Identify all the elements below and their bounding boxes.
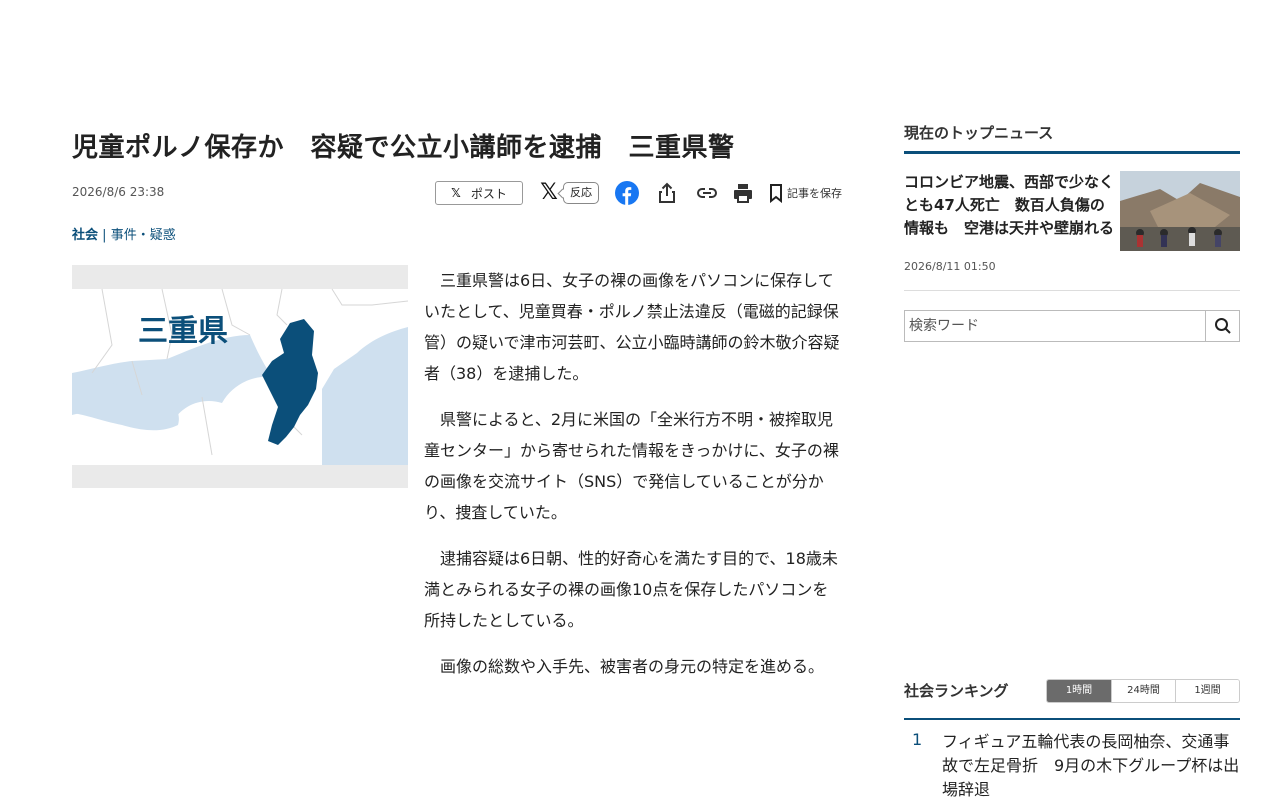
save-article-button[interactable]: 記事を保存: [767, 183, 842, 203]
top-news-heading: 現在のトップニュース: [904, 120, 1240, 154]
category-incident-link[interactable]: 事件・疑惑: [111, 228, 176, 243]
ranking-title[interactable]: フィギュア五輪代表の長岡柚奈、交通事故で左足骨折 9月の木下グループ杯は出場辞退: [942, 730, 1240, 800]
category-separator: |: [102, 228, 107, 243]
ranking-item[interactable]: 1 フィギュア五輪代表の長岡柚奈、交通事故で左足骨折 9月の木下グループ杯は出場…: [904, 730, 1240, 800]
category-breadcrumb: 社会 | 事件・疑惑: [72, 224, 176, 243]
ranking-section: 社会ランキング 1時間 24時間 1週間 1 フィギュア五輪代表の長岡柚奈、交通…: [904, 676, 1240, 800]
article-map-image: 三重県: [72, 265, 408, 488]
tab-1hour[interactable]: 1時間: [1047, 680, 1111, 702]
share-icon[interactable]: [655, 181, 679, 205]
ranking-heading: 社会ランキング: [904, 682, 1009, 700]
x-logo-icon: 𝕏: [451, 186, 461, 200]
sidebar: 現在のトップニュース コロンビア地震、西部で少なくとも47人死亡 数百人負傷の情…: [904, 120, 1240, 799]
article-meta: 2026/8/6 23:38 𝕏 ポスト 𝕏 反応 記事を保存: [72, 178, 842, 208]
save-article-label: 記事を保存: [787, 187, 842, 200]
article-paragraph: 画像の総数や入手先、被害者の身元の特定を進める。: [440, 657, 825, 676]
share-toolbar: 𝕏 ポスト 𝕏 反応 記事を保存: [435, 178, 842, 208]
post-to-x-button[interactable]: 𝕏 ポスト: [435, 181, 523, 205]
bookmark-icon: [770, 184, 782, 203]
search-button[interactable]: [1206, 310, 1240, 342]
publish-date: 2026/8/6 23:38: [72, 185, 165, 199]
search-input[interactable]: [904, 310, 1206, 342]
copy-link-icon[interactable]: [695, 181, 719, 205]
top-news-thumbnail[interactable]: [1120, 171, 1240, 251]
article-headline: 児童ポルノ保存か 容疑で公立小講師を逮捕 三重県警: [72, 133, 735, 163]
print-icon[interactable]: [731, 181, 755, 205]
ranking-number: 1: [912, 730, 923, 749]
article-paragraph: 県警によると、2月に米国の「全米行方不明・被搾取児童センター」から寄せられた情報…: [424, 410, 839, 522]
ranking-tabs: 1時間 24時間 1週間: [1046, 679, 1240, 703]
top-news-date: 2026/8/11 01:50: [904, 260, 996, 273]
article-paragraph: 三重県警は6日、女子の裸の画像をパソコンに保存していたとして、児童買春・ポルノ禁…: [424, 271, 840, 383]
tab-24hours[interactable]: 24時間: [1111, 680, 1175, 702]
tab-1week[interactable]: 1週間: [1175, 680, 1239, 702]
map-label: 三重県: [138, 315, 228, 348]
mie-map-illustration: 三重県: [72, 265, 408, 488]
facebook-icon[interactable]: [615, 181, 639, 205]
ranking-header: 社会ランキング 1時間 24時間 1週間: [904, 676, 1240, 720]
reactions-button[interactable]: 反応: [563, 182, 599, 204]
article-body: 三重県警は6日、女子の裸の画像をパソコンに保存していたとして、児童買春・ポルノ禁…: [424, 265, 844, 697]
top-news-card[interactable]: コロンビア地震、西部で少なくとも47人死亡 数百人負傷の情報も 空港は天井や壁崩…: [904, 171, 1240, 291]
post-button-label: ポスト: [470, 186, 507, 201]
search-box: [904, 310, 1240, 342]
earthquake-photo: [1120, 171, 1240, 251]
x-reactions-icon[interactable]: 𝕏: [539, 181, 559, 205]
top-news-title[interactable]: コロンビア地震、西部で少なくとも47人死亡 数百人負傷の情報も 空港は天井や壁崩…: [904, 171, 1114, 240]
article: 児童ポルノ保存か 容疑で公立小講師を逮捕 三重県警 2026/8/6 23:38…: [72, 128, 842, 676]
article-paragraph: 逮捕容疑は6日朝、性的好奇心を満たす目的で、18歳未満とみられる女子の裸の画像1…: [424, 549, 838, 630]
category-society-link[interactable]: 社会: [72, 228, 98, 243]
search-icon: [1214, 318, 1231, 334]
